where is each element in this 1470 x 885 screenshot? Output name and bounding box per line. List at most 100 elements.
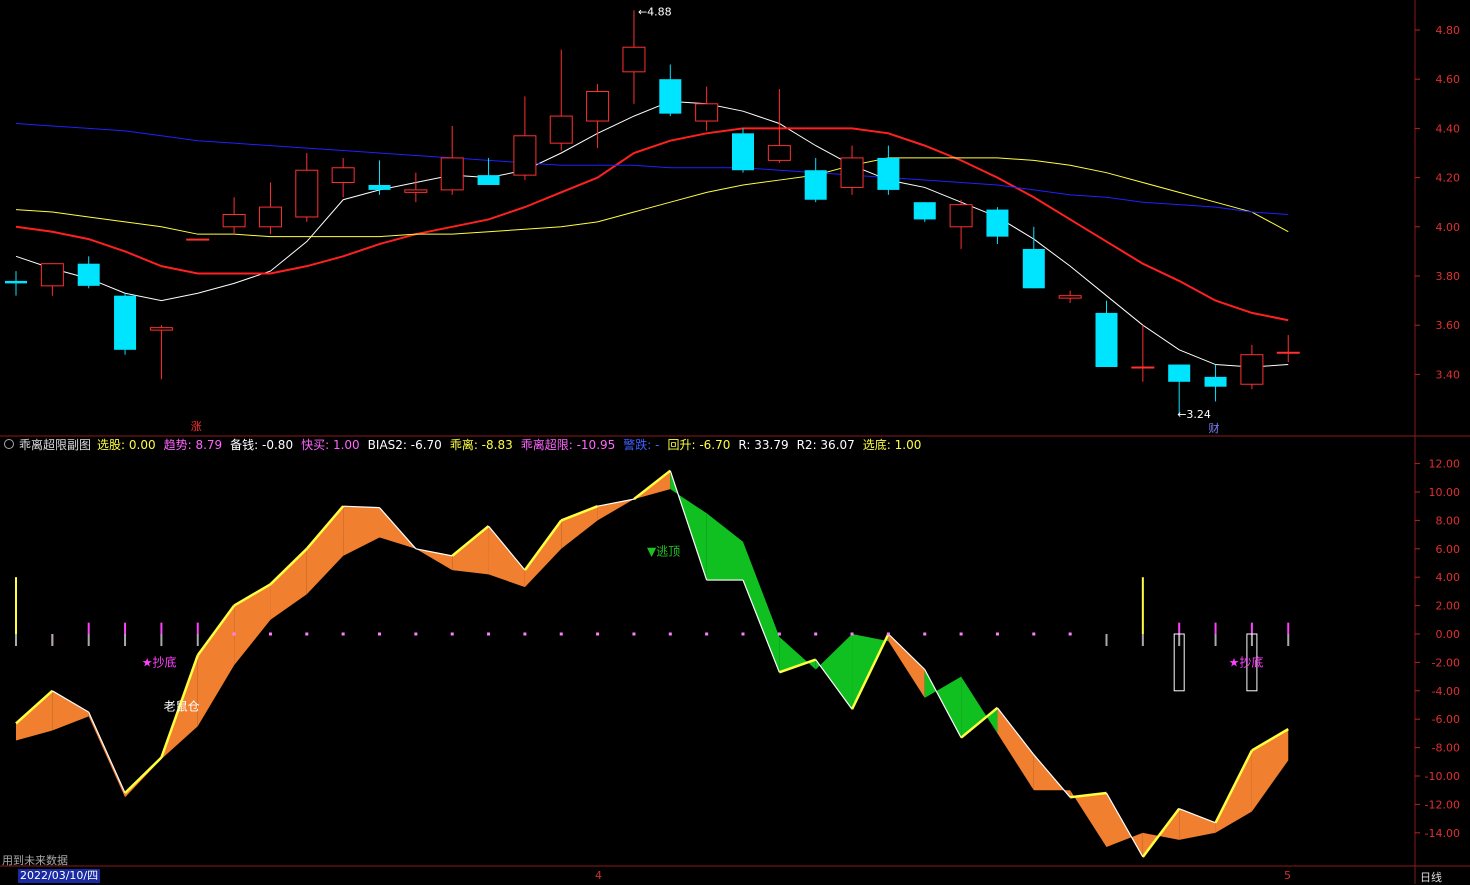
signal-dot (1068, 632, 1072, 636)
signal-dot (632, 632, 636, 636)
signal-dot (995, 632, 999, 636)
signal-dot (596, 632, 600, 636)
candle-body (368, 184, 391, 190)
legend-item: 备钱: -0.80 (230, 437, 294, 452)
candle-body (149, 327, 173, 331)
signal-dot (523, 632, 527, 636)
y-tick-label: 4.80 (1436, 24, 1461, 37)
y-tick-label: -2.00 (1432, 656, 1460, 669)
signal-dot (959, 632, 963, 636)
bias-fill-segment (743, 541, 780, 673)
candle-body (40, 263, 64, 287)
candle-body (549, 115, 573, 144)
bias-fill-segment (706, 513, 743, 581)
signal-dot (814, 632, 818, 636)
candle-body (986, 209, 1009, 237)
bias-fill-segment (961, 676, 998, 738)
candle-body (114, 295, 137, 350)
bias-fill-segment (343, 506, 380, 556)
y-tick-label: 4.60 (1436, 73, 1461, 86)
y-tick-label: 4.00 (1436, 221, 1461, 234)
legend-item: 乖离超限: -10.95 (520, 437, 616, 452)
bias2-line-segment (88, 711, 126, 794)
y-tick-label: 8.00 (1436, 514, 1461, 527)
candle-body (477, 175, 500, 185)
legend-item: 乖离: -8.83 (449, 437, 513, 452)
bias-fill-segment (815, 634, 853, 710)
indicator-signal-label: ★抄底 (1229, 654, 1264, 669)
candle-body (659, 79, 682, 114)
y-tick-label: 3.60 (1436, 319, 1461, 332)
y-tick-label: -10.00 (1425, 770, 1460, 783)
signal-dot (268, 632, 272, 636)
candle-body (295, 169, 319, 218)
candle-body (1131, 366, 1155, 369)
bias-fill-segment (888, 634, 925, 698)
high-price-label: ←4.88 (638, 5, 672, 18)
bias-fill-segment (488, 526, 525, 588)
signal-dot (668, 632, 672, 636)
y-tick-label: 12.00 (1429, 458, 1461, 471)
signal-dot (705, 632, 709, 636)
candle-body (440, 157, 464, 191)
candle-body (767, 145, 791, 161)
candle-body (222, 214, 246, 228)
y-tick-label: -8.00 (1432, 742, 1460, 755)
bias-fill-segment (234, 584, 271, 666)
x-label-month-b: 5 (1284, 869, 1291, 882)
candle-body (586, 91, 610, 122)
indicator-signal-label: ★抄底 (142, 654, 177, 669)
legend-item: 快买: 1.00 (301, 437, 360, 452)
y-tick-label: -4.00 (1432, 685, 1460, 698)
bias-fill-segment (270, 548, 307, 620)
low-price-label: ←3.24 (1177, 408, 1211, 421)
candle-body (1095, 312, 1118, 368)
signal-dot (886, 632, 890, 636)
indicator-signal-label: 老鼠仓 (164, 699, 200, 713)
candle-body (1204, 376, 1227, 387)
legend-item: R: 33.79 (738, 437, 789, 452)
signal-dot (777, 632, 781, 636)
period-label[interactable]: 日线 (1420, 869, 1442, 885)
bias-fill-segment (1179, 808, 1216, 840)
indicator-legend: 选股: 0.00 趋势: 8.79 备钱: -0.80 快买: 1.00 BIAS2: … (97, 436, 929, 453)
signal-dot (305, 632, 309, 636)
up-marker: 涨 (191, 420, 202, 433)
candle-body (622, 46, 646, 73)
signal-dot (741, 632, 745, 636)
y-tick-label: 3.40 (1436, 368, 1461, 381)
signal-dot (923, 632, 927, 636)
candle-body (695, 103, 719, 122)
y-tick-label: 2.00 (1436, 600, 1461, 613)
bias-fill-segment (52, 690, 89, 731)
candle-body (404, 189, 428, 193)
candle-body (804, 170, 827, 200)
signal-dot (414, 632, 418, 636)
candle-body (877, 157, 900, 190)
moving-average-line (15, 157, 1289, 238)
indicator-header: 乖离超限副图 选股: 0.00 趋势: 8.79 备钱: -0.80 快买: 1.00… (4, 436, 929, 452)
candle-body (1058, 295, 1082, 299)
y-tick-label: 4.00 (1436, 571, 1461, 584)
x-label-month-a: 4 (595, 869, 602, 882)
candle-body (732, 133, 754, 171)
y-tick-label: 4.40 (1436, 122, 1461, 135)
signal-dot (559, 632, 563, 636)
candle-body (5, 280, 27, 284)
bias-fill-segment (524, 520, 562, 588)
y-tick-label: -14.00 (1425, 827, 1460, 840)
legend-item: R2: 36.07 (796, 437, 855, 452)
candle-body (1276, 351, 1300, 354)
candle-body (913, 202, 936, 220)
signal-dot (341, 632, 345, 636)
bias-fill-segment (16, 690, 53, 741)
legend-item: 趋势: 8.79 (163, 437, 223, 452)
event-marker: 财 (1209, 421, 1220, 435)
y-tick-label: 10.00 (1429, 486, 1461, 499)
moving-average-line (15, 127, 1289, 322)
gear-icon[interactable] (4, 439, 14, 449)
candle-body (1240, 354, 1264, 385)
candle-body (949, 204, 973, 228)
y-tick-label: 0.00 (1436, 628, 1461, 641)
signal-dot (232, 632, 236, 636)
